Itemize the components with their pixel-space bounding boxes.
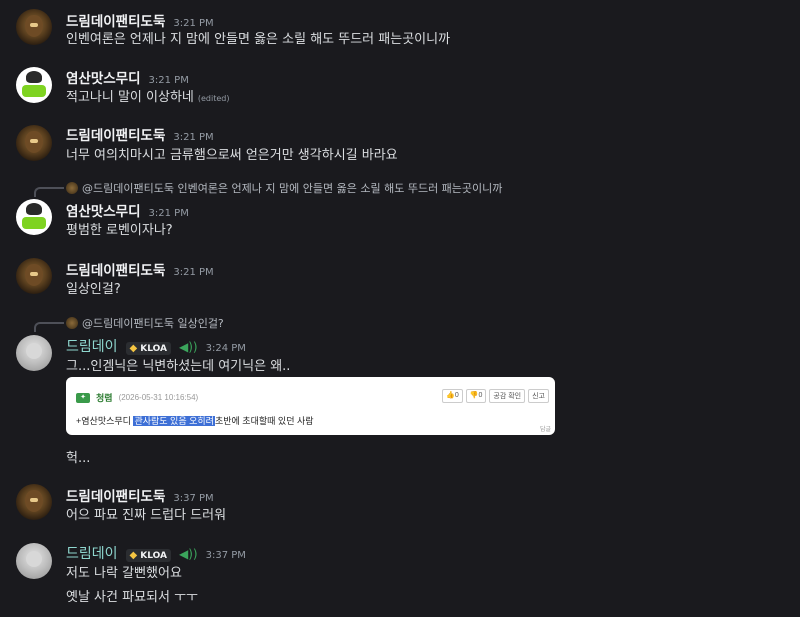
- kloa-badge[interactable]: ◆ KLOA: [125, 549, 171, 562]
- message-header: 드림데이 ◆ KLOA ◀)) 3:37 PM: [66, 543, 246, 563]
- check-button[interactable]: 공감 확인: [489, 389, 526, 403]
- badge-label: KLOA: [140, 550, 167, 561]
- avatar[interactable]: [16, 258, 52, 294]
- timestamp: 3:21 PM: [173, 132, 214, 143]
- embedded-comment-screenshot[interactable]: ✦ 청렴 (2026-05-31 10:16:54) 👍0 👎0 공감 확인 신…: [66, 377, 555, 435]
- badge-label: KLOA: [140, 343, 167, 354]
- message-header: 드림데이팬티도둑 3:21 PM: [66, 259, 214, 279]
- message-text: 그...인겜닉은 닉변하셨는데 여기닉은 왜..: [66, 359, 291, 374]
- reply-avatar-icon: [66, 317, 78, 329]
- avatar[interactable]: [16, 484, 52, 520]
- author-name[interactable]: 드림데이팬티도둑: [66, 485, 165, 505]
- speaker-icon: ◀)): [179, 547, 198, 561]
- timestamp: 3:24 PM: [205, 343, 246, 354]
- embed-author: 청렴: [96, 393, 113, 403]
- avatar[interactable]: [16, 199, 52, 235]
- message-text: 평범한 로벤이자나?: [66, 223, 173, 238]
- message-text: 옛날 사건 파묘되서 ㅜㅜ: [66, 590, 198, 605]
- avatar[interactable]: [16, 67, 52, 103]
- author-name[interactable]: 드림데이: [66, 543, 118, 563]
- message-header: 염산맛스무디 3:21 PM: [66, 200, 189, 220]
- message-text: 어으 파묘 진짜 드럽다 드러워: [66, 508, 227, 523]
- avatar[interactable]: [16, 125, 52, 161]
- embed-body-highlight: 관사람도 있음 오히려: [133, 416, 215, 426]
- like-button[interactable]: 👍0: [442, 389, 463, 403]
- reply-reference[interactable]: @드림데이팬티도둑 일상인걸?: [66, 315, 224, 331]
- embed-buttons: 👍0 👎0 공감 확인 신고: [442, 389, 549, 403]
- reply-reference[interactable]: @드림데이팬티도둑 인벤여론은 언제나 지 맘에 안들면 옳은 소릴 해도 뚜드…: [66, 180, 502, 196]
- timestamp: 3:37 PM: [173, 493, 214, 504]
- timestamp: 3:21 PM: [148, 208, 189, 219]
- embed-body: +염산맛스무디 관사람도 있음 오히려초반에 초대할때 있던 사람: [76, 414, 314, 427]
- author-name[interactable]: 드림데이팬티도둑: [66, 124, 165, 144]
- edited-label: (edited): [197, 94, 230, 103]
- avatar[interactable]: [16, 543, 52, 579]
- message-header: 드림데이팬티도둑 3:21 PM: [66, 124, 214, 144]
- embed-date: (2026-05-31 10:16:54): [118, 393, 199, 402]
- gem-icon: ◆: [129, 343, 138, 354]
- reply-connector: [34, 322, 64, 332]
- message-text: 너무 여의치마시고 금류햄으로써 얻은거만 생각하시길 바라요: [66, 148, 398, 163]
- embed-body-prefix: +염산맛스무디: [76, 416, 134, 426]
- timestamp: 3:37 PM: [205, 550, 246, 561]
- message-text: 인벤여론은 언제나 지 맘에 안들면 옳은 소릴 해도 뚜드러 패는곳이니까: [66, 32, 451, 47]
- message-header: 드림데이 ◆ KLOA ◀)) 3:24 PM: [66, 336, 246, 356]
- gem-icon: ◆: [129, 550, 138, 561]
- kloa-badge[interactable]: ◆ KLOA: [125, 342, 171, 355]
- author-name[interactable]: 드림데이팬티도둑: [66, 10, 165, 30]
- author-name[interactable]: 염산맛스무디: [66, 67, 141, 87]
- reply-connector: [34, 187, 64, 197]
- avatar[interactable]: [16, 9, 52, 45]
- reply-text: @드림데이팬티도둑 일상인걸?: [82, 317, 224, 330]
- reply-avatar-icon: [66, 182, 78, 194]
- author-name[interactable]: 염산맛스무디: [66, 200, 141, 220]
- message-header: 드림데이팬티도둑 3:21 PM: [66, 10, 214, 30]
- embed-footer: 답글: [539, 427, 551, 433]
- timestamp: 3:21 PM: [173, 267, 214, 278]
- timestamp: 3:21 PM: [148, 75, 189, 86]
- message-header: 염산맛스무디 3:21 PM: [66, 67, 189, 87]
- message-text: 저도 나락 갈뻔했어요: [66, 566, 182, 581]
- avatar[interactable]: [16, 335, 52, 371]
- author-name[interactable]: 드림데이: [66, 336, 118, 356]
- reply-text: @드림데이팬티도둑 인벤여론은 언제나 지 맘에 안들면 옳은 소릴 해도 뚜드…: [82, 182, 503, 195]
- dislike-button[interactable]: 👎0: [465, 389, 487, 403]
- message-text-content: 적고나니 말이 이상하네: [66, 90, 194, 105]
- report-button[interactable]: 신고: [528, 389, 549, 403]
- message-header: 드림데이팬티도둑 3:37 PM: [66, 485, 214, 505]
- message-text: 헉...: [66, 451, 91, 466]
- message-text: 적고나니 말이 이상하네 (edited): [66, 86, 229, 105]
- message-text: 일상인걸?: [66, 282, 121, 297]
- embed-header: ✦ 청렴 (2026-05-31 10:16:54): [76, 391, 198, 404]
- embed-body-suffix: 초반에 초대할때 있던 사람: [214, 416, 314, 426]
- author-name[interactable]: 드림데이팬티도둑: [66, 259, 165, 279]
- speaker-icon: ◀)): [179, 340, 198, 354]
- level-icon: ✦: [76, 392, 90, 403]
